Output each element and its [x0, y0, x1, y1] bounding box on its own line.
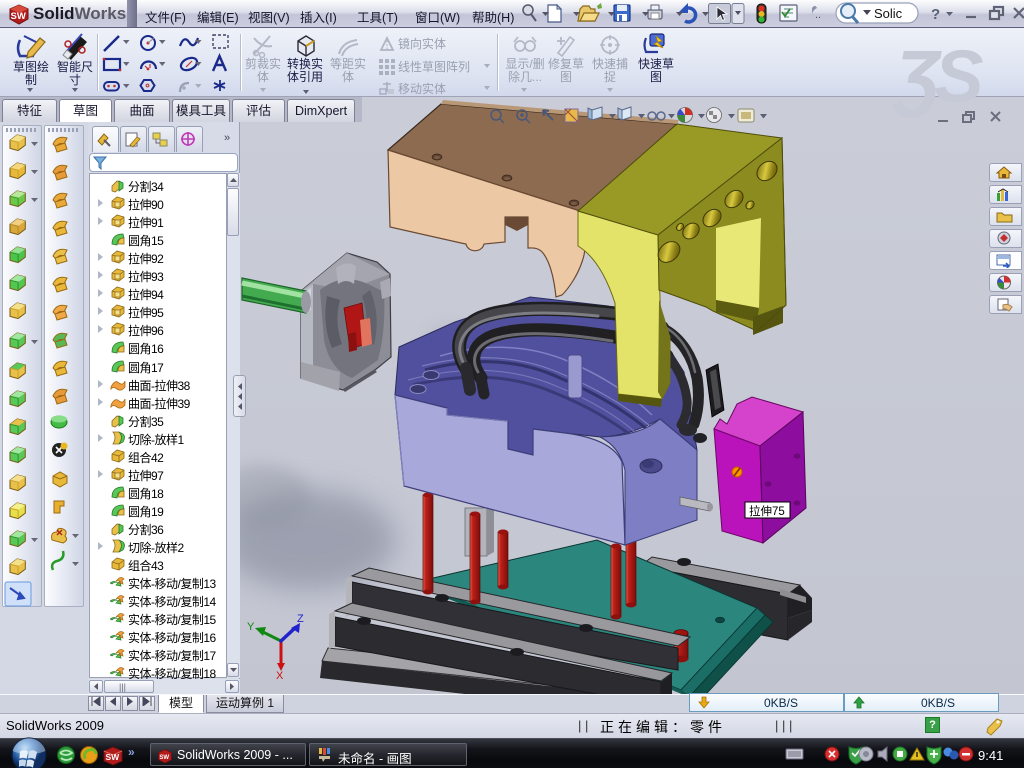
svg-text:»: »	[128, 745, 135, 759]
svg-text:Solic: Solic	[874, 6, 903, 21]
svg-text:Z: Z	[297, 613, 304, 625]
svg-text:?: ?	[931, 6, 940, 23]
svg-text:Y: Y	[247, 621, 255, 633]
svg-text:SW: SW	[159, 755, 169, 761]
svg-text:SW: SW	[106, 752, 121, 762]
svg-text:..: ..	[815, 9, 821, 21]
svg-text:SW: SW	[11, 11, 26, 22]
svg-text:X: X	[276, 670, 284, 682]
svg-text:拉伸75: 拉伸75	[749, 504, 785, 518]
